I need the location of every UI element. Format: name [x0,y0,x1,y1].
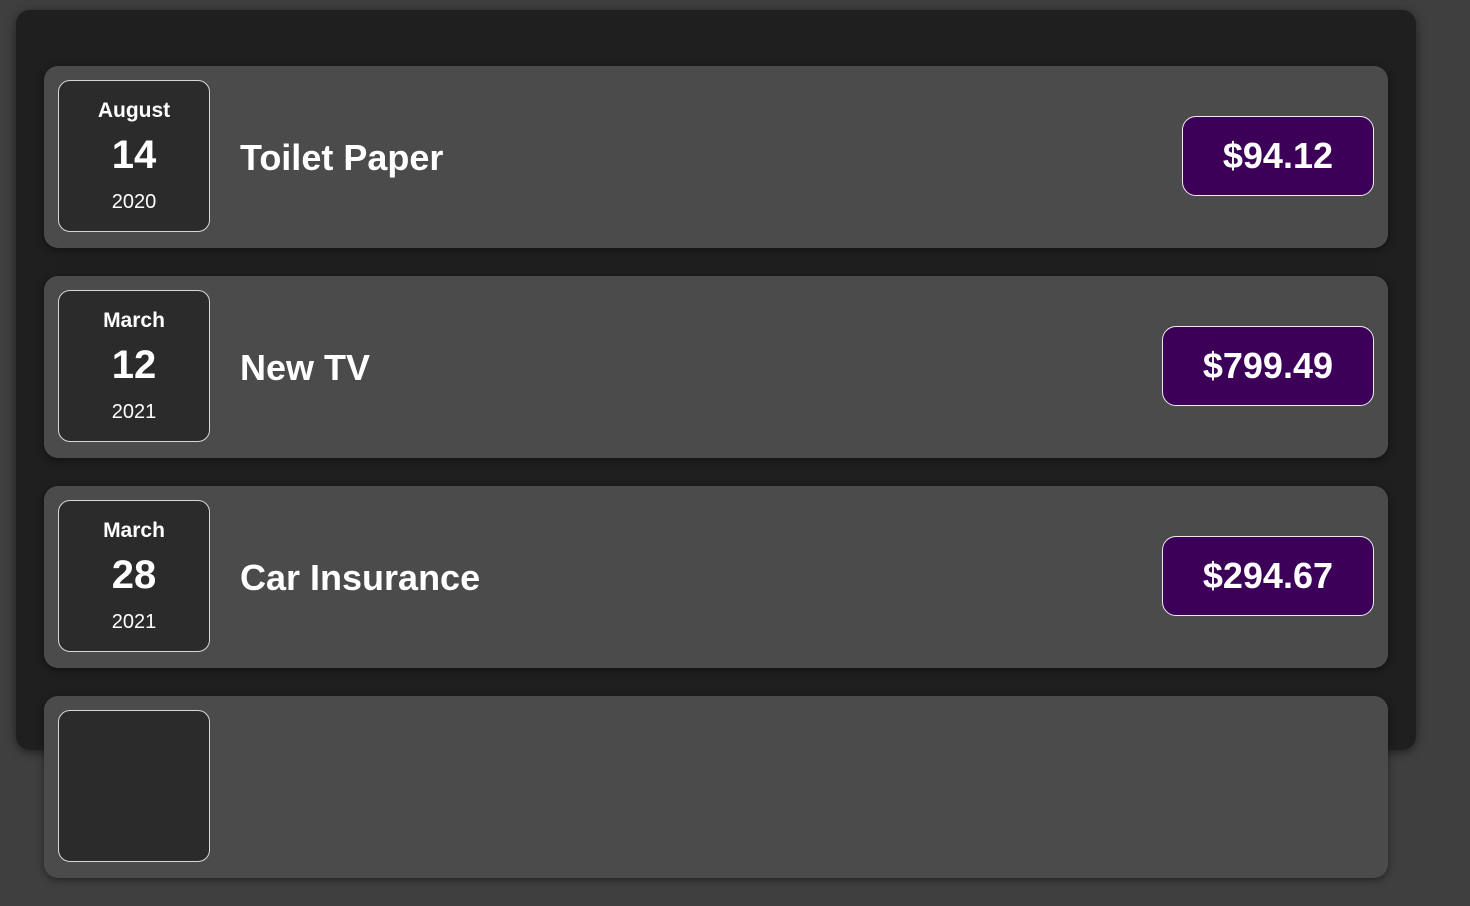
expense-date-year: 2020 [111,191,157,213]
expense-list: August 14 2020 Toilet Paper $94.12 March… [44,66,1388,906]
expense-date-year: 2021 [111,401,157,423]
expense-date: August 14 2020 [58,80,210,232]
expense-date-month: March [103,309,165,332]
expense-item-partial[interactable] [44,696,1388,878]
expense-date: March 28 2021 [58,500,210,652]
expense-date-month: August [97,99,171,122]
expense-date [58,710,210,862]
expense-item[interactable]: March 12 2021 New TV $799.49 [44,276,1388,458]
expense-amount-badge: $799.49 [1161,326,1374,406]
expense-date: March 12 2021 [58,290,210,442]
expense-date-year: 2021 [111,611,157,633]
expense-item[interactable]: March 28 2021 Car Insurance $294.67 [44,486,1388,668]
expense-title: Car Insurance [240,557,481,598]
expense-title: New TV [240,347,371,388]
expenses-panel: August 14 2020 Toilet Paper $94.12 March… [16,10,1416,878]
expense-amount-badge: $294.67 [1161,536,1374,616]
expense-amount-badge: $94.12 [1181,116,1374,196]
expense-date-day: 14 [111,133,157,177]
expense-date-day: 28 [111,553,157,597]
expense-date-month: March [103,519,165,542]
expense-item[interactable]: August 14 2020 Toilet Paper $94.12 [44,66,1388,248]
expense-date-day: 12 [111,343,157,387]
expense-title: Toilet Paper [240,137,444,178]
